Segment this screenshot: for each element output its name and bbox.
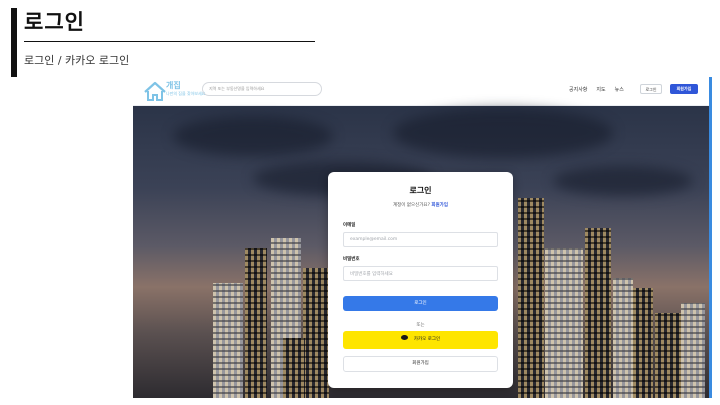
signup-link[interactable]: 회원가입 <box>431 203 448 208</box>
site-screenshot: 개집 나만의 집을 찾아보세요 지역 또는 부동산명을 입력하세요 공지사항 지… <box>133 77 712 398</box>
nav-signup-button[interactable]: 회원가입 <box>670 84 698 94</box>
login-card: 로그인 계정이 없으신가요? 회원가입 이메일 example@email.co… <box>328 172 513 388</box>
breadcrumb: 로그인 / 카카오 로그인 <box>24 54 130 67</box>
or-divider: 또는 <box>416 323 425 328</box>
nav-links: 공지사항 지도 뉴스 <box>569 86 624 93</box>
top-nav: 개집 나만의 집을 찾아보세요 지역 또는 부동산명을 입력하세요 공지사항 지… <box>133 77 712 106</box>
signup-button[interactable]: 회원가입 <box>343 356 498 372</box>
page-title: 로그인 <box>24 10 85 34</box>
signup-prompt-text: 계정이 없으신가요? <box>393 203 430 208</box>
password-placeholder: 비밀번호를 입력하세요 <box>350 272 393 277</box>
logo-text: 개집 <box>166 81 181 90</box>
password-label: 비밀번호 <box>343 257 360 262</box>
kakao-login-label: 카카오 로그인 <box>413 337 441 342</box>
nav-login-button[interactable]: 로그인 <box>640 84 662 94</box>
title-divider <box>24 41 315 42</box>
email-field[interactable]: example@email.com <box>343 232 498 247</box>
signup-prompt: 계정이 없으신가요? 회원가입 <box>328 202 513 208</box>
kakao-chat-icon <box>400 335 408 340</box>
nav-link-map[interactable]: 지도 <box>596 86 605 93</box>
kakao-login-button[interactable]: 카카오 로그인 <box>343 331 498 349</box>
password-field[interactable]: 비밀번호를 입력하세요 <box>343 266 498 281</box>
nav-link-notice[interactable]: 공지사항 <box>569 86 587 93</box>
email-placeholder: example@email.com <box>350 237 398 242</box>
search-placeholder: 지역 또는 부동산명을 입력하세요 <box>209 86 265 91</box>
scrollbar[interactable] <box>709 77 712 398</box>
login-button[interactable]: 로그인 <box>343 296 498 311</box>
title-accent-bar <box>11 8 17 77</box>
logo-tagline: 나만의 집을 찾아보세요 <box>166 91 206 96</box>
login-title: 로그인 <box>409 186 432 195</box>
search-input[interactable]: 지역 또는 부동산명을 입력하세요 <box>202 82 322 96</box>
email-label: 이메일 <box>343 223 356 228</box>
nav-link-news[interactable]: 뉴스 <box>615 86 624 93</box>
